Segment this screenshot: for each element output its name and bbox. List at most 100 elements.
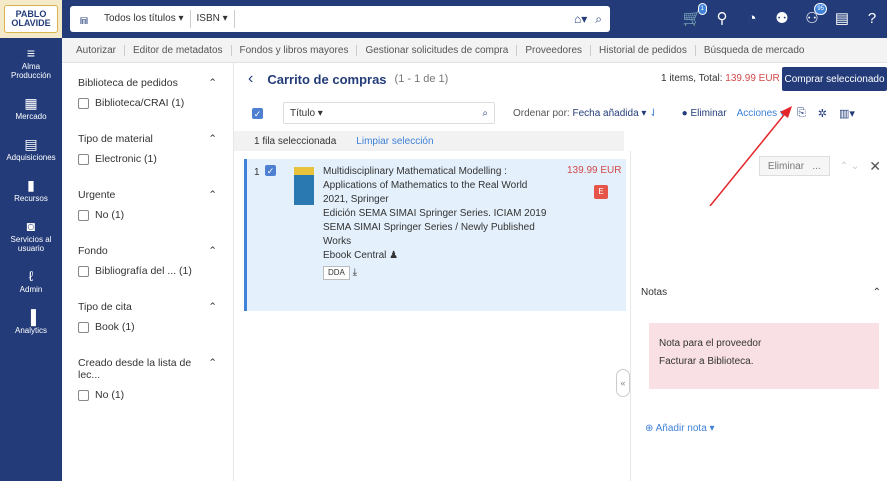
nav-recursos[interactable]: ▮ Recursos: [0, 170, 62, 211]
nav-admin[interactable]: ℓ Admin: [0, 261, 62, 302]
nav-adquisiciones[interactable]: ▤ Adquisiciones: [0, 129, 62, 170]
clipboard-icon[interactable]: ▤: [833, 8, 851, 28]
sort-control[interactable]: Ordenar por: Fecha añadida ▾ ⇃: [513, 108, 658, 119]
panel-delete-button[interactable]: Eliminar ...: [758, 156, 830, 176]
item-info: Multidisciplinary Mathematical Modelling…: [323, 165, 563, 280]
nav-arrows-icon[interactable]: ⌃ ⌄: [840, 161, 860, 172]
close-icon[interactable]: ✕: [869, 158, 881, 175]
advanced-search-icon[interactable]: ⌂▾: [574, 12, 587, 26]
top-bar: PABLO OLAVIDE ⩎ Todos los títulos ▾ ISBN …: [0, 0, 887, 38]
facet-group: Tipo de cita ⌃ Book (1): [62, 301, 233, 333]
result-count: (1 - 1 de 1): [394, 73, 449, 85]
facet-option[interactable]: Biblioteca/CRAI (1): [95, 97, 184, 109]
facet-title: Urgente: [78, 189, 116, 201]
facet-checkbox[interactable]: [78, 265, 89, 277]
cart-toolbar: ✓ Título ▾ ⌕ Ordenar por: Fecha añadida ▾…: [234, 99, 887, 127]
vendor-note[interactable]: Nota para el proveedor Facturar a Biblio…: [649, 323, 879, 389]
add-note-button[interactable]: ⊕ Añadir nota ▾: [645, 423, 715, 434]
tasks-icon[interactable]: ◔: [743, 8, 761, 28]
settings-icon[interactable]: ✲: [818, 107, 827, 120]
search-scope-dropdown[interactable]: Todos los títulos ▾: [98, 10, 191, 28]
facet-option[interactable]: No (1): [95, 389, 124, 401]
buy-selected-button[interactable]: Comprar seleccionado: [782, 67, 887, 91]
actions-dropdown[interactable]: Acciones ▾: [737, 108, 785, 119]
search-bar: ⩎ Todos los títulos ▾ ISBN ▾ ⌂▾ ⌕: [70, 6, 610, 32]
back-icon[interactable]: ‹: [234, 70, 267, 88]
submenu-fondos[interactable]: Fondos y libros mayores: [230, 44, 357, 56]
analytics-icon: ▐: [26, 309, 36, 325]
download-icon[interactable]: ⤓: [353, 267, 357, 278]
services-icon: ◙: [26, 218, 36, 234]
field-search-box[interactable]: Título ▾ ⌕: [283, 102, 495, 124]
facet-checkbox[interactable]: [78, 209, 89, 221]
facet-title: Biblioteca de pedidos: [78, 77, 178, 89]
facet-group: Creado desde la lista de lec... ⌃ No (1): [62, 357, 233, 401]
item-title[interactable]: Multidisciplinary Mathematical Modelling…: [323, 165, 563, 193]
dda-tag: DDA: [323, 266, 350, 280]
chevron-up-icon[interactable]: ⌃: [208, 357, 217, 381]
users-icon[interactable]: ⚇ 95: [803, 3, 827, 28]
search-input[interactable]: [234, 6, 574, 32]
nav-alma[interactable]: ≡ Alma Producción: [0, 38, 62, 88]
sort-direction-icon: ⇃: [649, 107, 658, 119]
search-icon[interactable]: ⌕: [595, 12, 602, 27]
submenu-proveedores[interactable]: Proveedores: [516, 44, 590, 56]
facet-group: Fondo ⌃ Bibliografía del ... (1): [62, 245, 233, 277]
clear-selection-link[interactable]: Limpiar selección: [356, 136, 433, 147]
collapse-panel-handle[interactable]: «: [616, 369, 630, 397]
facet-title: Fondo: [78, 245, 108, 257]
menu-icon: ≡: [26, 45, 36, 61]
item-vendor: Ebook Central ♟: [323, 250, 399, 261]
submenu-editor[interactable]: Editor de metadatos: [124, 44, 231, 56]
location-icon[interactable]: ⚲: [713, 8, 731, 28]
facet-checkbox[interactable]: [78, 389, 89, 401]
row-checkbox[interactable]: ✓: [265, 165, 276, 176]
submenu-autorizar[interactable]: Autorizar: [62, 45, 124, 56]
note-text: Facturar a Biblioteca.: [659, 356, 754, 367]
submenu-solicitudes[interactable]: Gestionar solicitudes de compra: [356, 44, 516, 56]
acquisitions-icon: ▤: [24, 136, 38, 152]
nav-analytics[interactable]: ▐ Analytics: [0, 302, 62, 343]
main-sidebar: ≡ Alma Producción ▦ Mercado ▤ Adquisiciones …: [0, 38, 62, 481]
facet-checkbox[interactable]: [78, 153, 89, 165]
help-icon[interactable]: ?: [863, 8, 881, 28]
chevron-up-icon[interactable]: ⌃: [208, 301, 217, 313]
chevron-up-icon[interactable]: ⌃: [208, 245, 217, 257]
facet-title: Tipo de cita: [78, 301, 132, 313]
chevron-up-icon[interactable]: ⌃: [208, 133, 217, 145]
item-publisher: 2021, Springer: [323, 194, 389, 205]
chevron-up-icon[interactable]: ⌃: [208, 189, 217, 201]
cart-icon[interactable]: 🛒 1: [683, 3, 707, 28]
acquisitions-submenu: Autorizar Editor de metadatos Fondos y l…: [62, 38, 887, 63]
market-icon: ▦: [24, 95, 38, 111]
search-scope-icon[interactable]: ⩎: [70, 11, 98, 28]
facet-option[interactable]: No (1): [95, 209, 124, 221]
facet-option[interactable]: Book (1): [95, 321, 135, 333]
nav-servicios[interactable]: ◙ Servicios al usuario: [0, 211, 62, 261]
note-title: Nota para el proveedor: [659, 338, 762, 349]
item-price: 139.99 EUR: [567, 165, 622, 176]
book-cover: [294, 167, 314, 205]
user-icon[interactable]: ⚉: [773, 8, 791, 28]
cart-main: ‹ Carrito de compras (1 - 1 de 1) 1 item…: [234, 63, 887, 481]
facet-option[interactable]: Electronic (1): [95, 153, 157, 165]
notes-header[interactable]: Notas ⌃: [641, 287, 881, 298]
submenu-historial[interactable]: Historial de pedidos: [590, 44, 695, 56]
select-all-checkbox[interactable]: ✓: [252, 107, 263, 119]
cart-total: 1 items, Total: 139.99 EUR: [661, 73, 780, 84]
item-edition: Edición SEMA SIMAI Springer Series. ICIA…: [323, 208, 547, 219]
nav-mercado[interactable]: ▦ Mercado: [0, 88, 62, 129]
submenu-busqueda[interactable]: Búsqueda de mercado: [694, 44, 813, 56]
search-field-dropdown[interactable]: ISBN ▾: [191, 10, 235, 28]
columns-icon[interactable]: ▥▾: [839, 107, 855, 120]
facet-option[interactable]: Bibliografía del ... (1): [95, 265, 192, 277]
delete-button[interactable]: ● Eliminar: [682, 108, 727, 119]
facet-title: Tipo de material: [78, 133, 153, 145]
chevron-up-icon[interactable]: ⌃: [208, 77, 217, 89]
facet-checkbox[interactable]: [78, 97, 89, 109]
facet-checkbox[interactable]: [78, 321, 89, 333]
table-row[interactable]: 1 ✓ Multidisciplinary Mathematical Model…: [244, 159, 626, 311]
logo[interactable]: PABLO OLAVIDE: [0, 0, 62, 38]
search-icon[interactable]: ⌕: [482, 108, 488, 119]
export-icon[interactable]: ⎘: [797, 107, 806, 120]
